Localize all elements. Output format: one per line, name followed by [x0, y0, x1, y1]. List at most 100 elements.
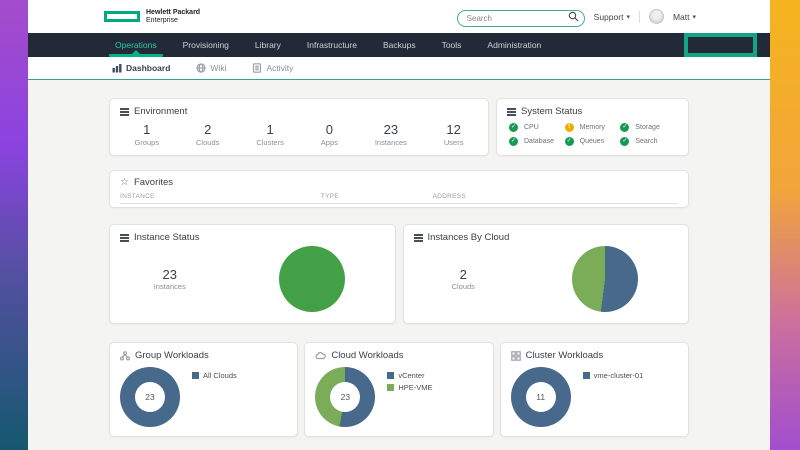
user-name: Matt — [673, 12, 690, 22]
header-divider — [639, 11, 640, 23]
cluster-icon — [511, 351, 521, 361]
nav-item-library[interactable]: Library — [242, 33, 294, 57]
status-database: Database — [509, 137, 565, 146]
bar-chart-icon — [112, 63, 122, 73]
group-workloads-card: Group Workloads 23 All Clouds — [109, 342, 298, 437]
user-menu[interactable]: Matt ▾ — [673, 12, 696, 22]
dashboard-content: Environment 1 Groups 2 Clouds — [28, 80, 770, 450]
legend-swatch — [192, 372, 199, 379]
status-storage: Storage — [620, 123, 676, 132]
search-box — [457, 8, 585, 25]
cluster-workloads-card: Cluster Workloads 11 vme-cluster-01 — [500, 342, 689, 437]
nav-item-tools[interactable]: Tools — [429, 33, 475, 57]
stack-icon — [414, 234, 423, 242]
instances-by-cloud-card: Instances By Cloud 2 Clouds — [403, 224, 690, 324]
hpe-logo-text: Hewlett Packard Enterprise — [146, 9, 200, 25]
stat-groups[interactable]: 1 Groups — [134, 122, 159, 147]
donut-center-value: 23 — [315, 367, 375, 427]
card-title: Environment — [134, 106, 187, 117]
check-circle-icon — [620, 137, 629, 146]
subnav-item-wiki[interactable]: Wiki — [196, 63, 226, 73]
card-title: Instances By Cloud — [428, 232, 510, 243]
legend-item[interactable]: vCenter — [387, 371, 432, 380]
cloud-workloads-donut-chart[interactable]: 23 — [315, 367, 375, 427]
check-circle-icon — [509, 123, 518, 132]
check-circle-icon — [565, 137, 574, 146]
activity-doc-icon — [252, 63, 262, 73]
cluster-workloads-donut-chart[interactable]: 11 — [511, 367, 571, 427]
donut-center-value: 23 — [120, 367, 180, 427]
globe-icon — [196, 63, 206, 73]
cloud-workloads-legend: vCenter HPE-VME — [387, 371, 432, 427]
favorites-card: ☆ Favorites INSTANCE TYPE ADDRESS — [109, 170, 689, 208]
system-status-card: System Status CPU Memory — [496, 98, 689, 156]
app-window: Hewlett Packard Enterprise Support ▾ — [28, 0, 770, 450]
legend-item[interactable]: vme-cluster-01 — [583, 371, 644, 380]
card-title: Instance Status — [134, 232, 199, 243]
chevron-down-icon: ▾ — [626, 13, 630, 21]
nav-item-backups[interactable]: Backups — [370, 33, 429, 57]
stat-clusters[interactable]: 1 Clusters — [256, 122, 284, 147]
chevron-down-icon: ▾ — [692, 13, 696, 21]
environment-card: Environment 1 Groups 2 Clouds — [109, 98, 489, 156]
legend-item[interactable]: HPE-VME — [387, 383, 432, 392]
instance-status-pie-chart[interactable] — [279, 246, 345, 312]
subnav-label: Wiki — [210, 63, 226, 73]
nav-highlight-box — [684, 33, 757, 57]
main-nav: Operations Provisioning Library Infrastr… — [28, 33, 770, 57]
avatar[interactable] — [649, 9, 664, 24]
logo-line2: Enterprise — [146, 17, 200, 25]
legend-item[interactable]: All Clouds — [192, 371, 237, 380]
search-icon[interactable] — [568, 11, 579, 22]
card-title: Cluster Workloads — [526, 350, 603, 361]
nav-item-operations[interactable]: Operations — [102, 33, 170, 57]
support-menu[interactable]: Support ▾ — [594, 12, 630, 22]
subnav-item-activity[interactable]: Activity — [252, 63, 293, 73]
card-title: Favorites — [134, 177, 173, 188]
stack-icon — [120, 108, 129, 116]
stat-apps[interactable]: 0 Apps — [321, 122, 338, 147]
column-address: ADDRESS — [432, 193, 678, 200]
nav-item-administration[interactable]: Administration — [474, 33, 554, 57]
environment-stats: 1 Groups 2 Clouds 1 Clusters — [110, 117, 488, 147]
card-title: Cloud Workloads — [331, 350, 403, 361]
card-title: Group Workloads — [135, 350, 209, 361]
system-status-grid: CPU Memory Storage — [497, 117, 688, 146]
top-right-controls: Support ▾ Matt ▾ — [457, 8, 696, 25]
stat-clouds[interactable]: 2 Clouds — [196, 122, 219, 147]
nav-item-provisioning[interactable]: Provisioning — [170, 33, 242, 57]
group-workloads-legend: All Clouds — [192, 371, 237, 427]
subnav-label: Activity — [266, 63, 293, 73]
logo-line1: Hewlett Packard — [146, 9, 200, 17]
status-queues: Queues — [565, 137, 621, 146]
subnav-item-dashboard[interactable]: Dashboard — [112, 63, 170, 73]
card-title: System Status — [521, 106, 582, 117]
group-workloads-donut-chart[interactable]: 23 — [120, 367, 180, 427]
status-search: Search — [620, 137, 676, 146]
hpe-logo[interactable]: Hewlett Packard Enterprise — [104, 9, 200, 25]
nav-item-infrastructure[interactable]: Infrastructure — [294, 33, 370, 57]
left-gradient-strip — [0, 0, 28, 450]
cloud-workloads-card: Cloud Workloads 23 vCenter — [304, 342, 493, 437]
right-gradient-strip — [770, 0, 800, 450]
group-icon — [120, 351, 130, 361]
warning-circle-icon — [565, 123, 574, 132]
cloud-icon — [315, 351, 326, 361]
check-circle-icon — [509, 137, 518, 146]
star-icon: ☆ — [120, 178, 129, 188]
stat-users[interactable]: 12 Users — [444, 122, 464, 147]
status-memory: Memory — [565, 123, 621, 132]
sub-nav: Dashboard Wiki Activity — [28, 57, 770, 80]
stat-instances[interactable]: 23 Instances — [375, 122, 407, 147]
instance-status-stat: 23 Instances — [110, 267, 229, 291]
legend-swatch — [387, 372, 394, 379]
screen: Hewlett Packard Enterprise Support ▾ — [0, 0, 800, 450]
instance-status-card: Instance Status 23 Instances — [109, 224, 396, 324]
instances-by-cloud-pie-chart[interactable] — [572, 246, 638, 312]
subnav-label: Dashboard — [126, 63, 170, 73]
hpe-logo-rect-icon — [104, 11, 140, 22]
column-instance: INSTANCE — [120, 193, 321, 200]
check-circle-icon — [620, 123, 629, 132]
search-input[interactable] — [457, 10, 585, 27]
legend-swatch — [583, 372, 590, 379]
